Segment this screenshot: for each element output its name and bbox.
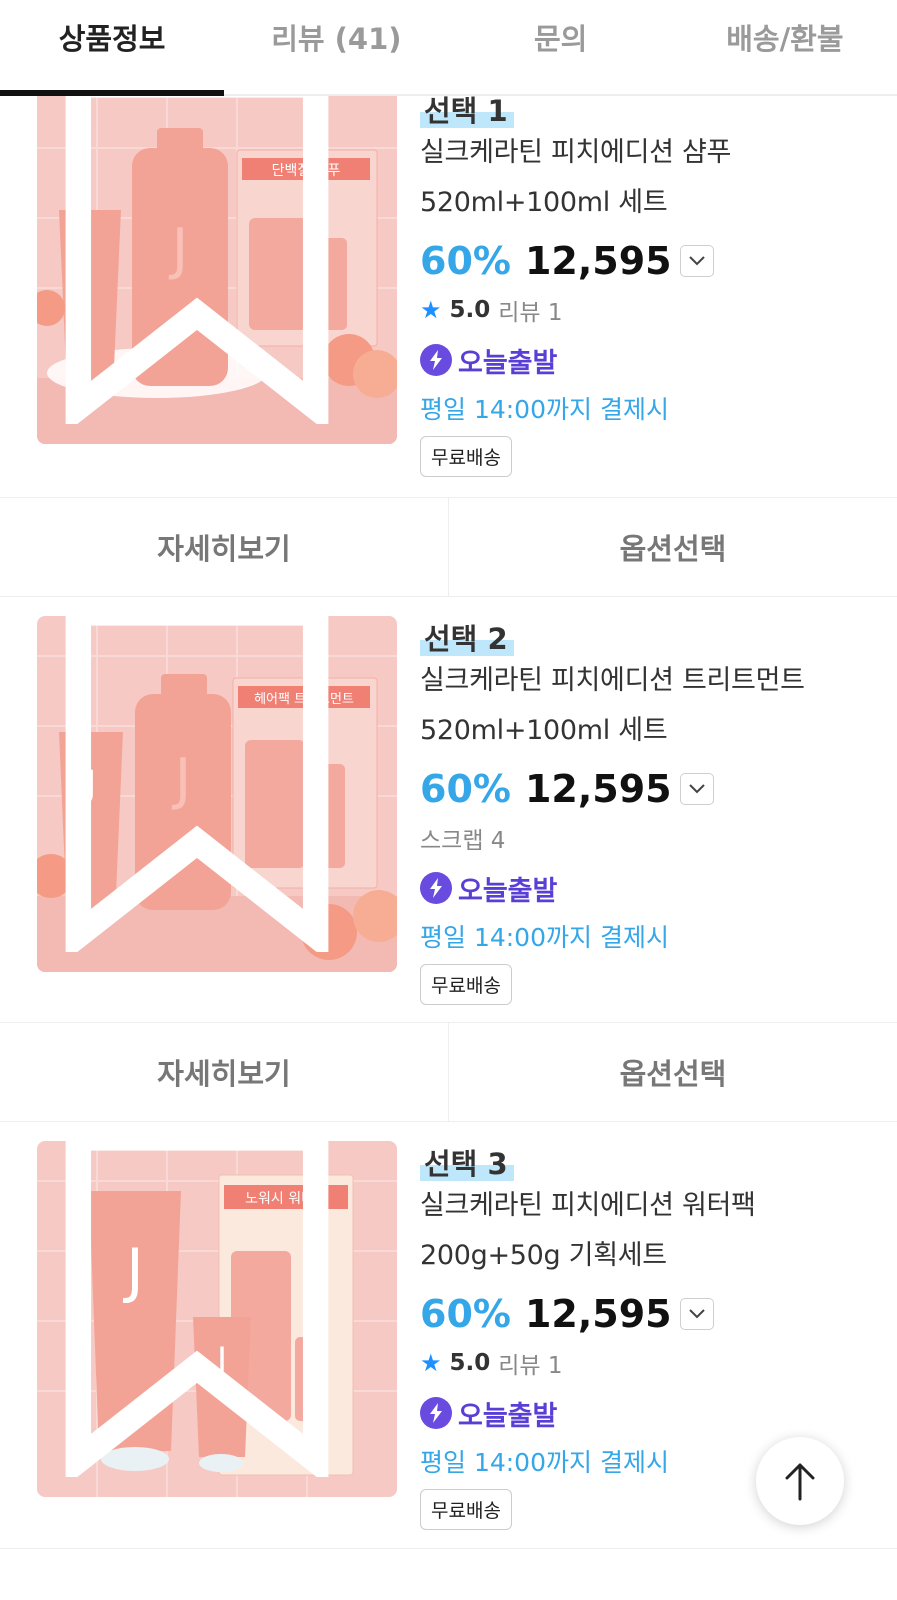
scrap-count: 스크랩 4 [420,828,506,854]
today-ship-label: 오늘출발 [458,1400,558,1432]
price-row: 60% 12,595 [420,232,877,290]
today-ship-label: 오늘출발 [458,875,558,907]
chevron-down-icon [688,784,705,794]
rating-row: ★ 5.0 리뷰 1 [420,290,877,330]
price-detail-button[interactable] [679,773,714,805]
star-icon: ★ [420,296,442,324]
free-shipping-badge: 무료배송 [420,436,512,477]
option-select-button[interactable]: 옵션선택 [448,1023,897,1121]
divider [0,1548,897,1549]
option-select-button[interactable]: 옵션선택 [448,498,897,596]
product-actions: 자세히보기 옵션선택 [0,1022,897,1122]
product-name[interactable]: 실크케라틴 피치에디션 샴푸 [420,128,877,178]
detail-button[interactable]: 자세히보기 [0,1023,448,1121]
today-ship-badge: 오늘출발 [420,862,877,914]
free-shipping-badge: 무료배송 [420,964,512,1005]
review-count: 리뷰 1 [498,1353,563,1379]
today-ship-badge: 오늘출발 [420,334,877,386]
bookmark-icon[interactable] [37,1141,377,1477]
star-icon: ★ [420,1349,442,1377]
bookmark-icon[interactable] [37,616,377,952]
product-name-spec[interactable]: 520ml+100ml 세트 [420,178,877,228]
discount-rate: 60% [420,1292,511,1336]
today-ship-label: 오늘출발 [458,347,558,379]
discount-rate: 60% [420,239,511,283]
free-shipping-badge: 무료배송 [420,1489,512,1530]
chevron-down-icon [688,1309,705,1319]
discount-rate: 60% [420,767,511,811]
product-name[interactable]: 실크케라틴 피치에디션 워터팩 [420,1181,877,1231]
bolt-icon [420,1397,452,1429]
bookmark-icon[interactable] [37,88,377,424]
bolt-icon [420,344,452,376]
review-count: 리뷰 1 [498,300,563,326]
scroll-to-top-button[interactable] [756,1437,844,1525]
product-image[interactable]: 단백질 샴푸 J J [37,88,397,444]
rating-row: ★ 5.0 리뷰 1 [420,1343,877,1383]
bolt-icon [420,872,452,904]
product-actions: 자세히보기 옵션선택 [0,497,897,597]
product-name[interactable]: 실크케라틴 피치에디션 트리트먼트 [420,656,877,706]
product-image[interactable]: 헤어팩 트리트먼트 J J [37,616,397,972]
today-ship-badge: 오늘출발 [420,1387,877,1439]
tab-bar: 상품정보 리뷰 (41) 문의 배송/환불 [0,0,897,96]
price-row: 60% 12,595 [420,1285,877,1343]
price: 12,595 [524,1292,672,1336]
ship-deadline: 평일 14:00까지 결제시 [420,923,669,952]
tab-shipping-refund[interactable]: 배송/환불 [673,0,897,94]
price-row: 60% 12,595 [420,760,877,818]
detail-button[interactable]: 자세히보기 [0,498,448,596]
price: 12,595 [524,767,672,811]
product-name-spec[interactable]: 200g+50g 기획세트 [420,1231,877,1281]
option-label: 선택 2 [420,616,514,658]
tab-reviews[interactable]: 리뷰 (41) [224,0,448,94]
arrow-up-icon [785,1463,815,1501]
rating-score: 5.0 [449,1350,491,1376]
tab-inquiry[interactable]: 문의 [449,0,673,94]
price: 12,595 [524,239,672,283]
ship-deadline: 평일 14:00까지 결제시 [420,395,669,424]
price-detail-button[interactable] [679,1298,714,1330]
tab-product-info[interactable]: 상품정보 [0,0,225,96]
chevron-down-icon [688,256,705,266]
option-label: 선택 3 [420,1141,514,1183]
product-image[interactable]: 노워시 워터팩 J J [37,1141,397,1497]
price-detail-button[interactable] [679,245,714,277]
product-name-spec[interactable]: 520ml+100ml 세트 [420,706,877,756]
rating-score: 5.0 [449,297,491,323]
